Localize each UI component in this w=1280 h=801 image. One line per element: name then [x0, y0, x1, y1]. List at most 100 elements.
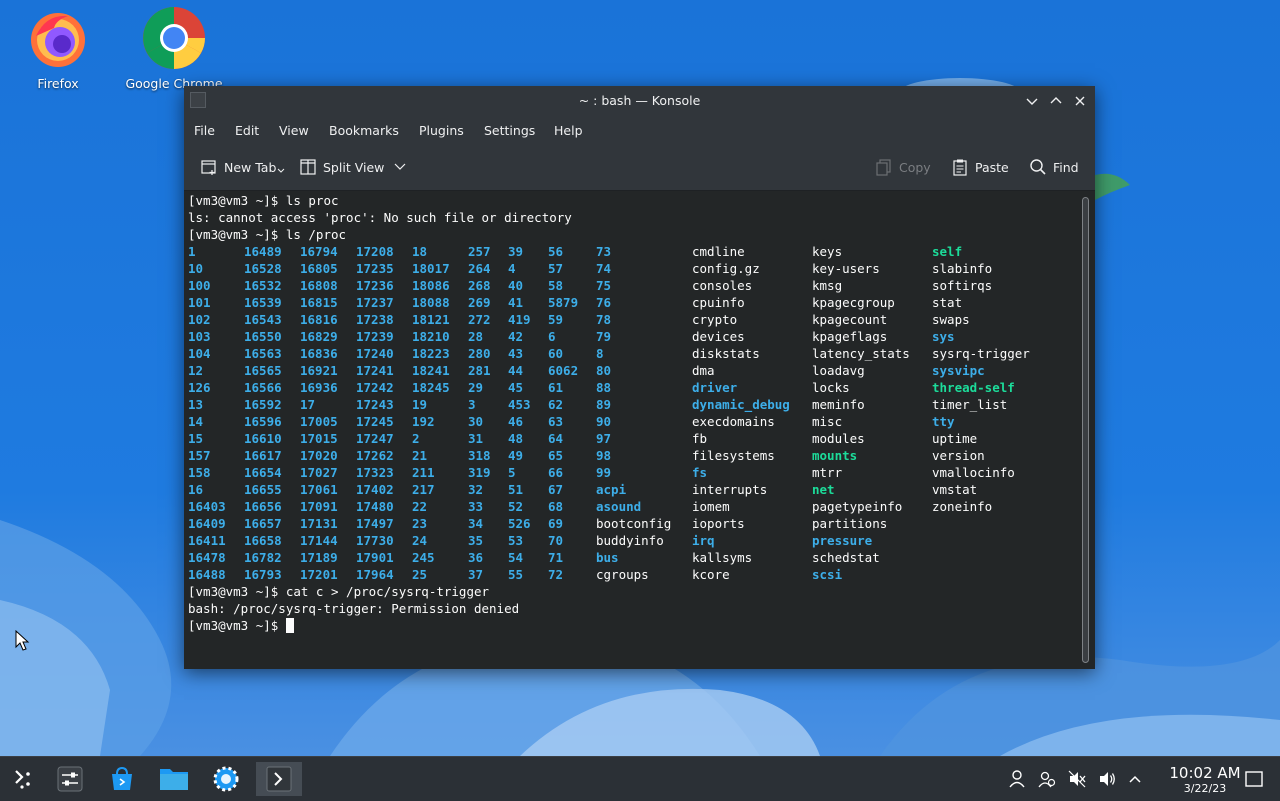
proc-entry: 280 — [468, 346, 491, 361]
proc-entry: 6062 — [548, 363, 579, 378]
audio-muted-icon[interactable] — [1067, 769, 1087, 789]
scrollbar-thumb[interactable] — [1082, 197, 1089, 663]
proc-entry: 6 — [548, 329, 556, 344]
copy-button[interactable]: Copy — [875, 158, 931, 176]
proc-entry: 89 — [596, 397, 612, 412]
proc-entry: mtrr — [812, 465, 843, 480]
terminal-view[interactable]: [vm3@vm3 ~]$ ls proc ls: cannot access '… — [184, 191, 1077, 669]
menu-view[interactable]: View — [279, 123, 309, 138]
proc-entry: diskstats — [692, 346, 760, 361]
desktop-icon-google-chrome[interactable]: Google Chrome — [119, 6, 229, 91]
maximize-icon[interactable] — [1047, 92, 1065, 110]
proc-entry: 16793 — [244, 567, 282, 582]
terminal-line: [vm3@vm3 ~]$ ls /proc — [188, 227, 347, 242]
proc-entry: 17241 — [356, 363, 394, 378]
split-view-label: Split View — [323, 159, 385, 175]
proc-entry: 17240 — [356, 346, 394, 361]
proc-entry: 16478 — [188, 550, 226, 565]
proc-entry: mounts — [812, 448, 858, 463]
proc-entry: 53 — [508, 533, 524, 548]
taskbar-settings[interactable] — [208, 762, 244, 796]
proc-entry: 98 — [596, 448, 612, 463]
proc-entry: swaps — [932, 312, 970, 327]
proc-entry: 97 — [596, 431, 612, 446]
terminal-line: bash: /proc/sysrq-trigger: Permission de… — [188, 601, 520, 616]
proc-entry: 16782 — [244, 550, 282, 565]
proc-entry: 16829 — [300, 329, 338, 344]
paste-button[interactable]: Paste — [951, 158, 1009, 176]
user-icon[interactable] — [1007, 769, 1027, 789]
proc-entry: 319 — [468, 465, 491, 480]
proc-entry: 526 — [508, 516, 531, 531]
proc-entry: 15 — [188, 431, 204, 446]
proc-entry: version — [932, 448, 985, 463]
proc-entry: 16836 — [300, 346, 338, 361]
proc-entry: 88 — [596, 380, 612, 395]
menu-edit[interactable]: Edit — [235, 123, 259, 138]
volume-icon[interactable] — [1097, 769, 1117, 789]
users-icon[interactable] — [1037, 769, 1057, 789]
proc-entry: sysvipc — [932, 363, 985, 378]
proc-entry: 18 — [412, 244, 428, 259]
proc-entry: 17237 — [356, 295, 394, 310]
taskbar-file-manager[interactable] — [156, 762, 192, 796]
proc-entry: kpageflags — [812, 329, 888, 344]
proc-entry: 268 — [468, 278, 491, 293]
find-button[interactable]: Find — [1029, 158, 1079, 176]
tray-expand-icon[interactable] — [1125, 769, 1145, 789]
proc-entry: 17238 — [356, 312, 394, 327]
proc-entry: pressure — [812, 533, 873, 548]
proc-entry: crypto — [692, 312, 738, 327]
firefox-icon — [26, 6, 90, 70]
menu-bookmarks[interactable]: Bookmarks — [329, 123, 399, 138]
desktop-icon-label: Firefox — [37, 76, 79, 91]
proc-entry: 18245 — [412, 380, 450, 395]
minimize-icon[interactable] — [1023, 92, 1041, 110]
menu-help[interactable]: Help — [554, 123, 583, 138]
proc-entry: 16808 — [300, 278, 338, 293]
proc-entry: 41 — [508, 295, 524, 310]
proc-entry: 90 — [596, 414, 612, 429]
proc-entry: 59 — [548, 312, 564, 327]
proc-entry: 17 — [300, 397, 316, 412]
menu-file[interactable]: File — [194, 123, 215, 138]
proc-entry: 16 — [188, 482, 204, 497]
show-desktop-icon[interactable] — [1244, 769, 1264, 789]
desktop-icon-firefox[interactable]: Firefox — [3, 6, 113, 91]
terminal-scrollbar[interactable] — [1077, 191, 1095, 669]
application-launcher[interactable] — [4, 762, 40, 796]
menu-plugins[interactable]: Plugins — [419, 123, 464, 138]
terminal-prompt: [vm3@vm3 ~]$ — [188, 618, 286, 633]
split-view-button[interactable]: Split View — [299, 158, 412, 176]
system-settings-icon — [57, 766, 83, 792]
proc-entry: 33 — [468, 499, 484, 514]
proc-entry: 34 — [468, 516, 484, 531]
proc-entry: 16403 — [188, 499, 226, 514]
proc-entry: softirqs — [932, 278, 993, 293]
proc-entry: 17242 — [356, 380, 394, 395]
window-titlebar[interactable]: ~ : bash — Konsole — [184, 86, 1095, 116]
taskbar-system-settings[interactable] — [52, 762, 88, 796]
proc-entry: 17262 — [356, 448, 394, 463]
proc-entry: 18241 — [412, 363, 450, 378]
proc-entry: 281 — [468, 363, 491, 378]
proc-entry: 60 — [548, 346, 564, 361]
proc-entry: 211 — [412, 465, 435, 480]
proc-entry: 67 — [548, 482, 564, 497]
proc-entry: 42 — [508, 329, 524, 344]
proc-entry: 17235 — [356, 261, 394, 276]
taskbar-discover[interactable] — [104, 762, 140, 796]
menu-settings[interactable]: Settings — [484, 123, 535, 138]
proc-entry: asound — [596, 499, 642, 514]
proc-entry: acpi — [596, 482, 627, 497]
proc-entry: latency_stats — [812, 346, 910, 361]
new-tab-button[interactable]: New Tab — [200, 158, 291, 176]
taskbar-konsole[interactable] — [256, 762, 302, 796]
proc-entry: 18223 — [412, 346, 450, 361]
proc-entry: bootconfig — [596, 516, 672, 531]
proc-entry: modules — [812, 431, 865, 446]
proc-entry: 16411 — [188, 533, 226, 548]
proc-entry: self — [932, 244, 963, 259]
proc-entry: 419 — [508, 312, 531, 327]
close-icon[interactable] — [1071, 92, 1089, 110]
